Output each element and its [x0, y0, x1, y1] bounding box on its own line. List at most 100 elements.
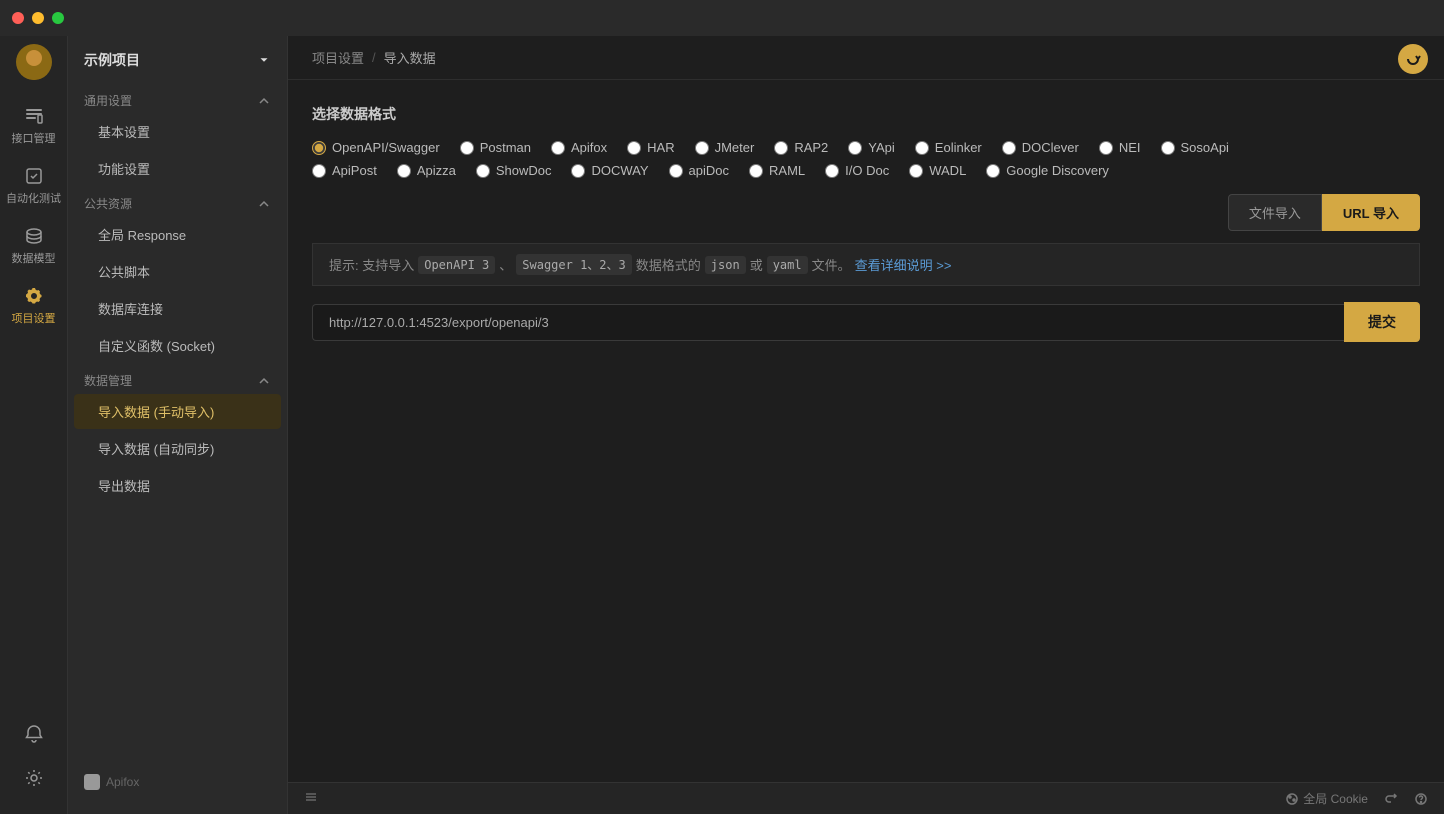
url-input-row: 提交 — [312, 302, 1420, 342]
sidebar-item-interface[interactable]: 接口管理 — [0, 96, 67, 156]
format-openapi[interactable]: OpenAPI/Swagger — [312, 140, 440, 155]
hint-tag1: OpenAPI 3 — [418, 256, 495, 274]
import-tabs: 文件导入 URL 导入 — [1228, 194, 1420, 231]
close-button[interactable] — [12, 12, 24, 24]
help-button[interactable] — [1414, 792, 1428, 806]
refresh-button[interactable] — [1398, 44, 1428, 74]
format-googlediscovery[interactable]: Google Discovery — [986, 163, 1109, 178]
section-data-label: 数据管理 — [84, 372, 132, 389]
url-input[interactable] — [312, 304, 1344, 341]
section-general: 通用设置 — [68, 84, 287, 113]
sidebar-item-autotest-label: 自动化测试 — [6, 190, 61, 206]
main-content: 项目设置 / 导入数据 选择数据格式 OpenAPI/Swagger Postm… — [288, 36, 1444, 814]
format-docway[interactable]: DOCWAY — [571, 163, 648, 178]
nav-item-function[interactable]: 自定义函数 (Socket) — [74, 328, 281, 363]
format-rap2[interactable]: RAP2 — [774, 140, 828, 155]
nav-item-script[interactable]: 公共脚本 — [74, 254, 281, 289]
format-apidoc-radio[interactable] — [669, 164, 683, 178]
import-tabs-container: 文件导入 URL 导入 — [312, 194, 1420, 231]
format-postman-radio[interactable] — [460, 141, 474, 155]
format-showdoc[interactable]: ShowDoc — [476, 163, 552, 178]
format-apizza[interactable]: Apizza — [397, 163, 456, 178]
global-cookie-button[interactable]: 全局 Cookie — [1285, 790, 1368, 807]
format-apifox-radio[interactable] — [551, 141, 565, 155]
icon-sidebar-bottom — [24, 714, 44, 814]
format-googlediscovery-radio[interactable] — [986, 164, 1000, 178]
nav-sidebar: 示例项目 通用设置 基本设置 功能设置 公共资源 全局 Response — [68, 36, 288, 814]
breadcrumb: 项目设置 / 导入数据 — [288, 36, 1444, 80]
format-row-2: ApiPost Apizza ShowDoc DOCWAY apiDoc — [312, 163, 1420, 178]
sidebar-item-datamodel[interactable]: 数据模型 — [0, 216, 67, 276]
breadcrumb-sep: / — [372, 50, 376, 65]
project-header[interactable]: 示例项目 — [68, 36, 287, 84]
hint-sep1: 、 — [499, 255, 512, 274]
apifox-logo-icon — [84, 774, 100, 790]
format-apipost-radio[interactable] — [312, 164, 326, 178]
format-raml[interactable]: RAML — [749, 163, 805, 178]
system-settings-button[interactable] — [24, 758, 44, 798]
icon-sidebar: 接口管理 自动化测试 数据模型 项目设置 — [0, 36, 68, 814]
section-public-label: 公共资源 — [84, 195, 132, 212]
nav-item-export[interactable]: 导出数据 — [74, 468, 281, 503]
minimize-button[interactable] — [32, 12, 44, 24]
format-sosoapi[interactable]: SosoApi — [1161, 140, 1229, 155]
nav-item-response[interactable]: 全局 Response — [74, 217, 281, 252]
sidebar-item-settings[interactable]: 项目设置 — [0, 276, 67, 336]
format-yapi[interactable]: YApi — [848, 140, 895, 155]
format-nei-radio[interactable] — [1099, 141, 1113, 155]
submit-button[interactable]: 提交 — [1344, 302, 1420, 342]
nav-item-import-auto[interactable]: 导入数据 (自动同步) — [74, 431, 281, 466]
format-docway-radio[interactable] — [571, 164, 585, 178]
format-eolinker-radio[interactable] — [915, 141, 929, 155]
format-sosoapi-radio[interactable] — [1161, 141, 1175, 155]
format-apifox[interactable]: Apifox — [551, 140, 607, 155]
nav-item-basic[interactable]: 基本设置 — [74, 114, 281, 149]
format-apipost[interactable]: ApiPost — [312, 163, 377, 178]
nav-item-db[interactable]: 数据库连接 — [74, 291, 281, 326]
app-body: 接口管理 自动化测试 数据模型 项目设置 — [0, 36, 1444, 814]
chevron-down-icon — [257, 53, 271, 67]
avatar[interactable] — [16, 44, 52, 80]
nav-item-feature[interactable]: 功能设置 — [74, 151, 281, 186]
format-wadl[interactable]: WADL — [909, 163, 966, 178]
hint-or: 或 — [750, 255, 763, 274]
section-data: 数据管理 — [68, 364, 287, 393]
footer-left[interactable] — [304, 790, 318, 807]
share-icon — [1384, 792, 1398, 806]
chevron-up-icon-3 — [257, 374, 271, 388]
hint-mid: 数据格式的 — [636, 255, 701, 274]
format-row-1: OpenAPI/Swagger Postman Apifox HAR JMete… — [312, 140, 1420, 155]
nav-item-import-manual[interactable]: 导入数据 (手动导入) — [74, 394, 281, 429]
format-eolinker[interactable]: Eolinker — [915, 140, 982, 155]
format-yapi-radio[interactable] — [848, 141, 862, 155]
footer-right: 全局 Cookie — [1285, 790, 1428, 807]
format-postman[interactable]: Postman — [460, 140, 531, 155]
notification-button[interactable] — [24, 714, 44, 754]
format-openapi-radio[interactable] — [312, 141, 326, 155]
format-har-radio[interactable] — [627, 141, 641, 155]
format-apidoc[interactable]: apiDoc — [669, 163, 729, 178]
format-iodoc[interactable]: I/O Doc — [825, 163, 889, 178]
tab-file-import[interactable]: 文件导入 — [1228, 194, 1322, 231]
sidebar-item-autotest[interactable]: 自动化测试 — [0, 156, 67, 216]
format-nei[interactable]: NEI — [1099, 140, 1141, 155]
chevron-up-icon — [257, 94, 271, 108]
tab-url-import[interactable]: URL 导入 — [1322, 194, 1420, 231]
format-doclever[interactable]: DOClever — [1002, 140, 1079, 155]
section-public: 公共资源 — [68, 187, 287, 216]
format-rap2-radio[interactable] — [774, 141, 788, 155]
format-showdoc-radio[interactable] — [476, 164, 490, 178]
refresh-icon — [1405, 51, 1421, 67]
project-name: 示例项目 — [84, 50, 251, 70]
share-button[interactable] — [1384, 792, 1398, 806]
hint-link[interactable]: 查看详细说明 >> — [855, 255, 952, 274]
format-apizza-radio[interactable] — [397, 164, 411, 178]
format-jmeter[interactable]: JMeter — [695, 140, 755, 155]
format-doclever-radio[interactable] — [1002, 141, 1016, 155]
format-jmeter-radio[interactable] — [695, 141, 709, 155]
format-iodoc-radio[interactable] — [825, 164, 839, 178]
format-raml-radio[interactable] — [749, 164, 763, 178]
format-har[interactable]: HAR — [627, 140, 674, 155]
format-wadl-radio[interactable] — [909, 164, 923, 178]
maximize-button[interactable] — [52, 12, 64, 24]
